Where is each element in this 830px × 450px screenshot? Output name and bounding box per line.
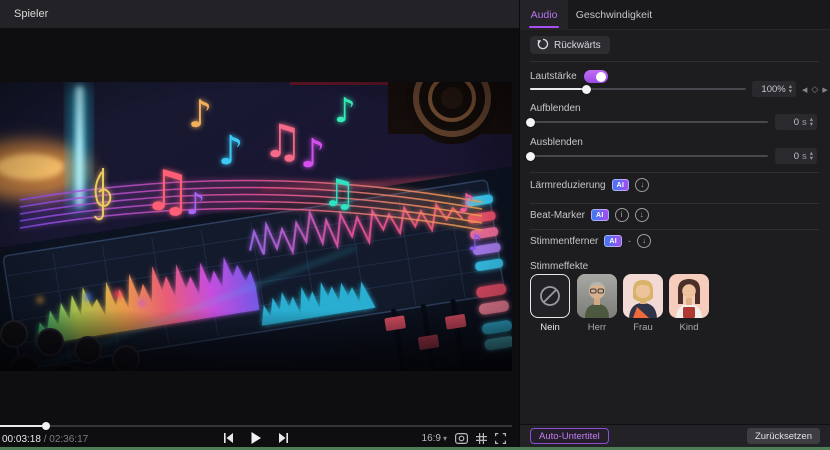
aspect-ratio-value: 16:9: [421, 433, 441, 444]
volume-slider-thumb[interactable]: [582, 84, 592, 94]
voice-effect-frau[interactable]: [623, 274, 663, 318]
noise-reduction-label: Lärmreduzierung: [530, 179, 606, 191]
snapshot-icon[interactable]: [455, 433, 468, 444]
fade-out-stepper[interactable]: ▴ ▾: [810, 150, 813, 162]
video-frame-illustration: ♪ ♫ ♪ ♪ ♪ ♫ ♫ ♪ ♪ ♪: [0, 52, 565, 450]
tab-geschwindigkeit[interactable]: Geschwindigkeit: [568, 0, 660, 30]
keyframe-next-icon[interactable]: ▶: [822, 86, 827, 94]
voice-remover-label: Stimmentferner: [530, 235, 599, 247]
download-icon[interactable]: ↓: [636, 234, 651, 248]
panel-footer: Auto-Untertitel Zurücksetzen: [520, 424, 830, 447]
fade-out-value: 0: [793, 150, 799, 162]
fade-in-slider[interactable]: [526, 116, 768, 128]
volume-value: 100%: [761, 83, 786, 95]
video-preview: ♪ ♫ ♪ ♪ ♪ ♫ ♫ ♪ ♪ ♪: [0, 52, 565, 450]
reverse-button[interactable]: Rückwärts: [530, 36, 610, 54]
voice-effect-kind-label: Kind: [679, 322, 699, 333]
previous-frame-icon[interactable]: [224, 433, 234, 443]
volume-stepper[interactable]: ▴ ▾: [789, 83, 792, 95]
fade-out-value-input[interactable]: 0 s ▴ ▾: [775, 148, 817, 164]
voice-effect-kind[interactable]: [669, 274, 709, 318]
fade-in-label: Aufblenden: [530, 103, 581, 114]
download-icon[interactable]: ↓: [635, 178, 650, 192]
voice-effects-label: Stimmeffekte: [530, 261, 589, 272]
next-frame-icon[interactable]: [278, 433, 288, 443]
fade-in-unit: s: [801, 116, 807, 128]
fade-in-stepper[interactable]: ▴ ▾: [810, 116, 813, 128]
prohibition-icon: [540, 286, 560, 306]
audio-settings-panel: Audio Geschwindigkeit Rückwärts Lautstär…: [519, 0, 830, 450]
keyframe-add-icon[interactable]: ◇: [811, 84, 818, 95]
fade-out-slider-thumb[interactable]: [526, 151, 535, 161]
tab-audio[interactable]: Audio: [520, 0, 568, 30]
herr-photo: [577, 274, 617, 318]
panel-tabbar: Audio Geschwindigkeit: [520, 0, 830, 30]
keyframe-prev-icon[interactable]: ◀: [802, 86, 807, 94]
kind-photo: [669, 274, 709, 318]
divider: [530, 203, 819, 204]
voice-effect-herr-label: Herr: [587, 322, 607, 333]
volume-value-input[interactable]: 100% ▴ ▾: [752, 81, 796, 97]
chevron-down-icon: ▾: [442, 434, 447, 443]
voice-effect-frau-label: Frau: [633, 322, 653, 333]
divider: [530, 61, 819, 62]
divider: [530, 172, 819, 173]
time-separator: /: [43, 434, 47, 445]
fade-out-slider[interactable]: [526, 150, 768, 162]
voice-effect-herr[interactable]: [577, 274, 617, 318]
ai-badge: AI: [611, 179, 630, 191]
fade-out-unit: s: [801, 150, 807, 162]
timecode: 00:03:18 / 02:36:17: [2, 434, 88, 445]
voice-effect-none-label: Nein: [540, 322, 560, 333]
voice-effect-none[interactable]: [530, 274, 570, 318]
beat-marker-label: Beat-Marker: [530, 209, 586, 221]
time-current: 00:03:18: [2, 434, 41, 445]
volume-slider[interactable]: [530, 83, 746, 95]
play-icon[interactable]: [250, 432, 262, 444]
reset-button[interactable]: Zurücksetzen: [746, 428, 820, 444]
time-total: 02:36:17: [49, 434, 89, 445]
player-header: Spieler: [0, 0, 519, 28]
seek-thumb[interactable]: [42, 422, 51, 430]
seek-fill: [0, 425, 47, 427]
volume-toggle[interactable]: [583, 70, 608, 83]
info-icon[interactable]: i: [614, 208, 629, 222]
ai-badge: AI: [591, 209, 609, 221]
divider: [530, 229, 819, 230]
app-window: Spieler 00:03:18 / 02:36:17 16:9 ▾ Audio…: [0, 0, 830, 450]
auto-subtitle-button[interactable]: Auto-Untertitel: [530, 428, 609, 444]
grid-icon[interactable]: [476, 433, 487, 444]
player-panel: Spieler 00:03:18 / 02:36:17 16:9 ▾: [0, 0, 565, 450]
fade-in-value-input[interactable]: 0 s ▴ ▾: [775, 114, 817, 130]
fullscreen-icon[interactable]: [495, 433, 506, 444]
fade-in-value: 0: [793, 116, 799, 128]
keyframe-controls: ◀ ◇ ▶: [802, 84, 828, 95]
download-icon[interactable]: ↓: [634, 208, 649, 222]
reverse-button-label: Rückwärts: [554, 39, 601, 51]
seek-track[interactable]: [0, 425, 512, 427]
aspect-ratio-dropdown[interactable]: 16:9 ▾: [422, 433, 447, 444]
voice-remover-suffix: -: [627, 236, 631, 246]
seek-bar[interactable]: [0, 422, 512, 430]
frau-photo: [623, 274, 663, 318]
fade-out-label: Ausblenden: [530, 137, 583, 148]
volume-label: Lautstärke: [530, 71, 577, 82]
fade-in-slider-thumb[interactable]: [526, 117, 535, 127]
player-title: Spieler: [14, 8, 49, 20]
reverse-icon: [537, 38, 549, 53]
ai-badge: AI: [604, 235, 622, 247]
